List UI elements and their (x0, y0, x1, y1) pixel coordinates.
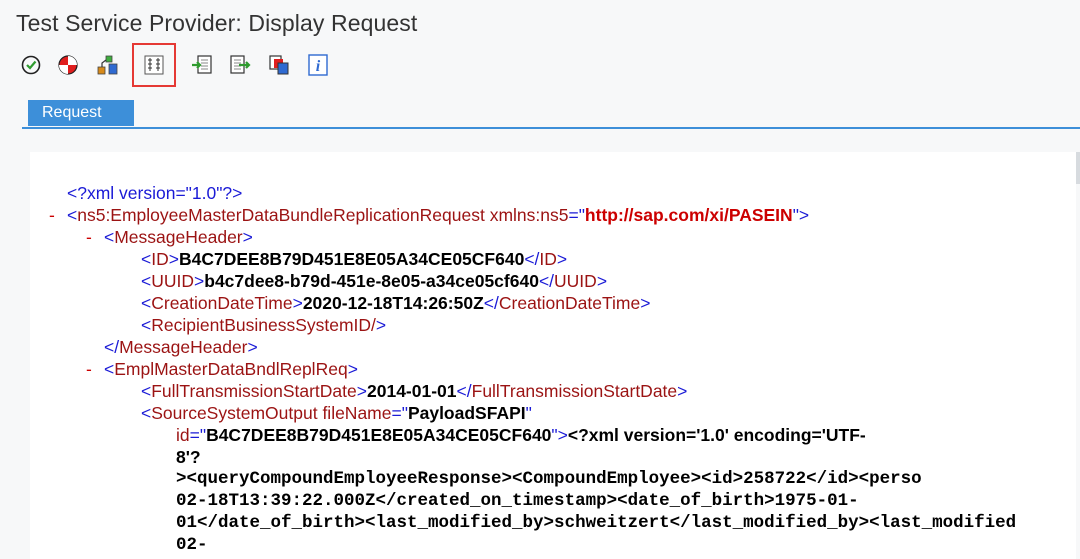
check-icon (21, 55, 41, 75)
xml-payload-line: 01</date_of_birth><last_modified_by>schw… (30, 512, 1076, 534)
root-attr-name: xmlns:ns5 (489, 205, 569, 225)
info-icon: i (308, 54, 328, 76)
scrollbar[interactable] (1076, 152, 1080, 184)
xml-bundle-line: - <EmplMasterDataBndlReplReq> (86, 358, 358, 380)
hierarchy-button[interactable] (95, 52, 121, 78)
id-value: B4C7DEE8B79D451E8E05A34CE05CF640 (178, 249, 525, 269)
fts-close-tag: FullTransmissionStartDate (471, 381, 678, 401)
copy-button[interactable] (266, 52, 292, 78)
payload-line-3: ><queryCompoundEmployeeResponse><Compoun… (176, 469, 922, 489)
sso-tag: SourceSystemOutput (151, 403, 318, 423)
fts-tag: FullTransmissionStartDate (151, 381, 357, 401)
uuid-close-tag: UUID (554, 271, 597, 291)
id-tag: ID (151, 249, 169, 269)
import-icon (192, 55, 212, 74)
collapse-toggle[interactable]: - (49, 204, 55, 226)
xml-header-close-line: </MessageHeader> (104, 337, 258, 357)
uuid-value: b4c7dee8-b79d-451e-8e05-a34ce05cf640 (204, 271, 539, 291)
xml-declaration-line: <?xml version="1.0"?> (30, 182, 1076, 204)
stop-button[interactable] (55, 52, 81, 78)
import-button[interactable] (189, 52, 215, 78)
xml-payload-line: 8'? (30, 446, 1076, 468)
tab-bar: Request (0, 100, 1080, 130)
export-button[interactable] (227, 52, 253, 78)
xml-payload-line: 02- (30, 534, 1076, 556)
svg-text:i: i (316, 58, 321, 75)
id-close-tag: ID (539, 249, 557, 269)
xml-header-line: - <MessageHeader> (86, 226, 253, 248)
info-button[interactable]: i (305, 52, 331, 78)
payload-line-6: 02- (176, 535, 208, 555)
payload-line-2: 8'? (176, 447, 201, 467)
fts-value: 2014-01-01 (367, 381, 457, 401)
display-format-icon (144, 55, 164, 75)
root-namespace-url: http://sap.com/xi/PASEIN (584, 205, 793, 225)
sso-attr-id: id (176, 425, 190, 445)
hierarchy-icon (97, 55, 118, 75)
creation-value: 2020-12-18T14:26:50Z (302, 293, 484, 313)
check-button[interactable] (18, 52, 44, 78)
payload-line-1: <?xml version='1.0' encoding='UTF- (567, 425, 866, 445)
sso-id-value: B4C7DEE8B79D451E8E05A34CE05CF640 (206, 425, 552, 445)
xml-sso-line: <SourceSystemOutput fileName="PayloadSFA… (141, 403, 532, 423)
xml-sso-id-line: id="B4C7DEE8B79D451E8E05A34CE05CF640"><?… (176, 425, 866, 445)
sso-filename-value: PayloadSFAPI (407, 403, 526, 423)
tab-request-label: Request (42, 104, 102, 121)
xml-payload-line: ><queryCompoundEmployeeResponse><Compoun… (30, 468, 1076, 490)
stop-icon (58, 55, 78, 75)
xml-root-line: - <ns5:EmployeeMasterDataBundleReplicati… (49, 204, 810, 226)
header-close-tag: MessageHeader (119, 337, 248, 357)
collapse-toggle[interactable]: - (86, 358, 92, 380)
xml-creation-line: <CreationDateTime>2020-12-18T14:26:50Z</… (141, 293, 651, 313)
tab-request[interactable]: Request (28, 100, 134, 126)
xml-fts-line: <FullTransmissionStartDate>2014-01-01</F… (141, 381, 688, 401)
bundle-tag: EmplMasterDataBndlReplReq (114, 359, 348, 379)
display-format-button[interactable] (132, 43, 176, 87)
xml-recipient-line: <RecipientBusinessSystemID/> (141, 315, 387, 335)
uuid-tag: UUID (151, 271, 195, 291)
xml-document: <?xml version="1.0"?> - <ns5:EmployeeMas… (30, 182, 1076, 556)
root-tag: ns5:EmployeeMasterDataBundleReplicationR… (77, 205, 485, 225)
title-bar: Test Service Provider: Display Request (0, 0, 1080, 46)
recipient-tag: RecipientBusinessSystemID/ (151, 315, 376, 335)
payload-line-5: 01</date_of_birth><last_modified_by>schw… (176, 513, 1017, 533)
payload-line-4: 02-18T13:39:22.000Z</created_on_timestam… (176, 491, 859, 511)
tab-underline (22, 127, 1080, 129)
export-icon (230, 55, 251, 74)
xml-payload-line: 02-18T13:39:22.000Z</created_on_timestam… (30, 490, 1076, 512)
xml-declaration: <?xml version="1.0"?> (67, 183, 243, 203)
xml-id-line: <ID>B4C7DEE8B79D451E8E05A34CE05CF640</ID… (141, 249, 568, 269)
creation-close-tag: CreationDateTime (498, 293, 641, 313)
copy-icon (269, 55, 289, 75)
window-title: Test Service Provider: Display Request (16, 10, 418, 36)
header-tag: MessageHeader (114, 227, 243, 247)
xml-viewer[interactable]: <?xml version="1.0"?> - <ns5:EmployeeMas… (30, 152, 1076, 559)
creation-tag: CreationDateTime (151, 293, 293, 313)
collapse-toggle[interactable]: - (86, 226, 92, 248)
toolbar: i (0, 43, 1080, 88)
sso-attr-filename: fileName (322, 403, 392, 423)
xml-uuid-line: <UUID>b4c7dee8-b79d-451e-8e05-a34ce05cf6… (141, 271, 608, 291)
